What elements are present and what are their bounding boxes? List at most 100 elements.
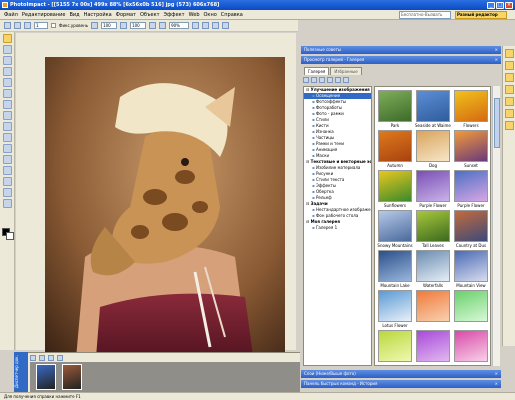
close-icon[interactable]: × [495, 56, 498, 64]
width-field[interactable]: 100 [101, 22, 118, 29]
zoom-field[interactable]: 90% [169, 22, 190, 29]
photo-canvas[interactable] [45, 57, 285, 370]
menu-format[interactable]: Формат [116, 12, 136, 18]
gallery-thumbnail[interactable]: Mountain Lake [377, 249, 413, 290]
navigate-icon[interactable] [30, 355, 36, 361]
delete-icon[interactable] [327, 77, 333, 83]
canvas-area[interactable] [16, 33, 296, 370]
editor-mode-button[interactable]: Разный редактор [455, 10, 507, 19]
gallery-thumbnail[interactable] [453, 289, 489, 330]
gallery-thumbnail[interactable]: Mountain View [453, 249, 489, 290]
menu-help[interactable]: Справка [221, 12, 243, 18]
menu-edit[interactable]: Редактирование [22, 12, 66, 18]
document-manager-tab[interactable]: Диспетчер док. [14, 352, 28, 392]
gallery-thumbnail[interactable]: Lotus Flower [377, 289, 413, 330]
scissors-icon[interactable] [48, 355, 54, 361]
tips-panel-header[interactable]: Полезные советы × [301, 46, 501, 54]
search-box[interactable]: Бесплатно-Вызвать [399, 10, 451, 19]
text-tool-icon[interactable] [3, 133, 12, 142]
delete-icon[interactable] [57, 355, 63, 361]
gallery-thumbnail[interactable]: Tall Leaves [415, 209, 451, 250]
guide-icon[interactable] [212, 22, 220, 29]
close-icon[interactable]: × [495, 380, 498, 388]
history-dock-icon[interactable] [505, 73, 514, 82]
search-icon[interactable] [343, 77, 349, 83]
title-bar[interactable]: PhotoImpact - [[5155 7x 00s] 499x 88% [6… [0, 0, 515, 10]
gallery-thumbnail[interactable] [453, 329, 489, 365]
menu-object[interactable]: Объект [140, 12, 160, 18]
eyedropper-tool-icon[interactable] [3, 166, 12, 175]
hand-tool-icon[interactable] [3, 188, 12, 197]
tree-item[interactable]: Галерея 1 [304, 225, 371, 231]
minimize-button[interactable]: _ [487, 1, 495, 9]
gallery-thumbnail[interactable]: Flowers [453, 89, 489, 130]
maximize-button[interactable]: □ [496, 1, 504, 9]
close-icon[interactable]: × [495, 46, 498, 54]
gallery-dock-icon[interactable] [505, 49, 514, 58]
color-dock-icon[interactable] [505, 97, 514, 106]
scrollbar-thumb[interactable] [494, 98, 500, 148]
menu-file[interactable]: Файл [4, 12, 18, 18]
gallery-thumbnail[interactable]: Autumn [377, 129, 413, 170]
layers-panel-header[interactable]: Слои (Ниже/Выше фото) × [301, 370, 501, 378]
gallery-thumbnail[interactable]: Waterfalls [415, 249, 451, 290]
height-field[interactable]: 100 [130, 22, 147, 29]
fixed-level-checkbox[interactable] [51, 23, 56, 28]
pick-tool-icon[interactable] [3, 34, 12, 43]
ruler-icon[interactable] [202, 22, 210, 29]
eraser-tool-icon[interactable] [3, 111, 12, 120]
background-color-swatch[interactable] [6, 232, 14, 240]
info-dock-icon[interactable] [505, 121, 514, 130]
gallery-thumbnail[interactable]: Snowy Mountains [377, 209, 413, 250]
gallery-panel-header[interactable]: Просмотр галерей - Галерея × [301, 56, 501, 64]
document-thumbnail[interactable] [62, 364, 82, 390]
redeye-tool-icon[interactable] [3, 199, 12, 208]
line-tool-icon[interactable] [3, 155, 12, 164]
up-icon[interactable] [311, 77, 317, 83]
web-icon[interactable] [149, 22, 157, 29]
close-button[interactable]: × [505, 1, 513, 9]
crop-tool-icon[interactable] [3, 67, 12, 76]
gallery-thumbnail[interactable]: Country at Dus [453, 209, 489, 250]
history-panel-header[interactable]: Панель быстрых команд - История × [301, 380, 501, 388]
tab-gallery[interactable]: Галерея [304, 67, 330, 75]
close-icon[interactable]: × [495, 370, 498, 378]
navigator-dock-icon[interactable] [505, 109, 514, 118]
gallery-tree[interactable]: Улучшение изображенияОсвещениеФотоэффект… [303, 86, 372, 366]
brush-icon[interactable] [14, 22, 21, 29]
clone-tool-icon[interactable] [3, 100, 12, 109]
add-icon[interactable] [319, 77, 325, 83]
preview-icon[interactable] [222, 22, 230, 29]
zoom-tool-icon[interactable] [3, 177, 12, 186]
zoom-icon[interactable] [159, 22, 167, 29]
open-icon[interactable] [39, 355, 45, 361]
selection-tool-icon[interactable] [3, 45, 12, 54]
menu-view[interactable]: Вид [69, 12, 79, 18]
grid-icon[interactable] [192, 22, 200, 29]
tab-favorites[interactable]: Избранные [330, 67, 362, 75]
gallery-thumbnail[interactable]: Dog [415, 129, 451, 170]
shape-tool-icon[interactable] [3, 144, 12, 153]
transform-tool-icon[interactable] [3, 78, 12, 87]
menu-window[interactable]: Окно [204, 12, 217, 18]
gallery-thumbnail[interactable]: Seaside at Waimea [415, 89, 451, 130]
link-icon[interactable] [91, 22, 99, 29]
document-thumbnail[interactable] [36, 364, 56, 390]
gallery-thumbnail[interactable] [377, 329, 413, 365]
brush-size-field[interactable]: 1 [34, 22, 48, 29]
gallery-thumbnails[interactable]: Park Seaside at Waimea Flowers Autumn Dog Sun… [374, 86, 491, 366]
thumbnail-scrollbar[interactable] [492, 86, 500, 366]
folder-icon[interactable] [303, 77, 309, 83]
gallery-thumbnail[interactable]: Park [377, 89, 413, 130]
gallery-thumbnail[interactable]: Sunset [453, 129, 489, 170]
gallery-thumbnail[interactable] [415, 289, 451, 330]
fill-tool-icon[interactable] [3, 122, 12, 131]
layers-dock-icon[interactable] [505, 61, 514, 70]
gallery-thumbnail[interactable]: Purple Flower [415, 169, 451, 210]
gallery-thumbnail[interactable]: Sunflowers [377, 169, 413, 210]
gallery-thumbnail[interactable] [415, 329, 451, 365]
swap-icon[interactable] [120, 22, 128, 29]
brush-tool-icon[interactable] [3, 89, 12, 98]
tips-dock-icon[interactable] [505, 85, 514, 94]
menu-effect[interactable]: Эффект [164, 12, 185, 18]
